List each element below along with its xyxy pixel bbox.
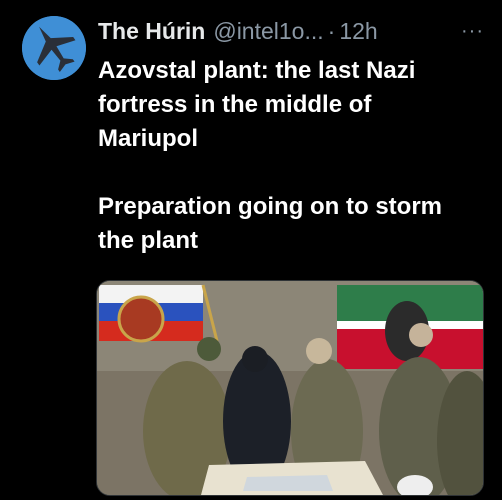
more-options-icon[interactable]: ···: [461, 20, 484, 43]
tweet-text: Azovstal plant: the last Nazi fortress i…: [98, 54, 468, 258]
avatar[interactable]: [22, 16, 86, 80]
fighter-jet-icon: [22, 16, 86, 80]
author-handle[interactable]: @intel1o...: [213, 18, 323, 45]
separator-dot: ·: [327, 17, 336, 44]
tweet-card[interactable]: The Húrin @intel1o... · 12h ··· Azovstal…: [0, 0, 502, 500]
tweet-header: The Húrin @intel1o... · 12h: [98, 14, 492, 48]
tweet-text-line-1: Azovstal plant: the last Nazi fortress i…: [98, 57, 416, 152]
tweet-text-line-2: Preparation going on to storm the plant: [98, 193, 443, 254]
photo-icon: [97, 281, 483, 495]
timestamp[interactable]: 12h: [339, 18, 377, 45]
author-name[interactable]: The Húrin: [98, 18, 205, 45]
tweet-photo[interactable]: [96, 280, 484, 496]
